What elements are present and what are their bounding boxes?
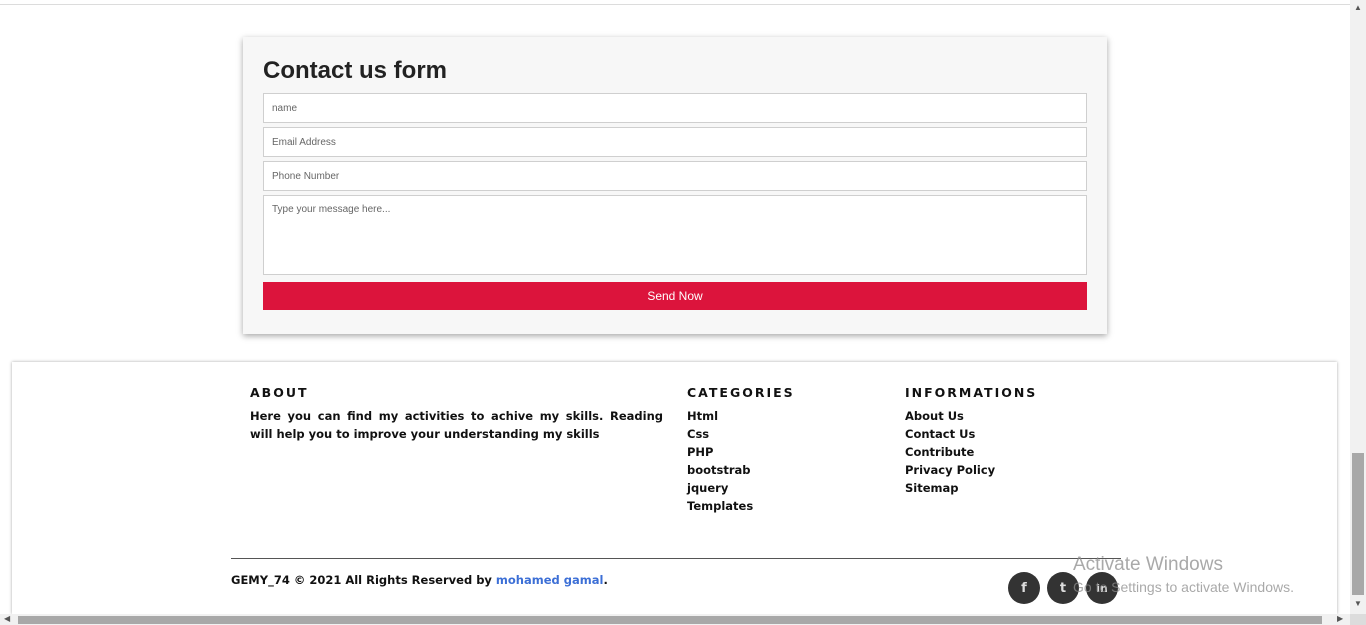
scroll-right-icon[interactable]: ▶ — [1337, 614, 1343, 623]
scroll-down-icon[interactable]: ▼ — [1354, 599, 1362, 608]
category-link-templates[interactable]: Templates — [687, 497, 753, 515]
scrollbar-corner — [1350, 614, 1366, 625]
category-link-jquery[interactable]: jquery — [687, 479, 753, 497]
scroll-left-icon[interactable]: ◀ — [4, 614, 10, 623]
footer-divider — [231, 558, 1121, 559]
category-link-html[interactable]: Html — [687, 407, 753, 425]
header-divider — [0, 4, 1350, 5]
horizontal-scroll-thumb[interactable] — [18, 616, 1322, 624]
category-link-bootstrap[interactable]: bootstrab — [687, 461, 753, 479]
scroll-up-icon[interactable]: ▲ — [1354, 3, 1362, 12]
footer: ABOUT Here you can find my activities to… — [12, 362, 1337, 614]
copyright: GEMY_74 © 2021 All Rights Reserved by mo… — [231, 573, 608, 587]
email-input[interactable] — [263, 127, 1087, 157]
author-link[interactable]: mohamed gamal — [496, 573, 604, 587]
about-text: Here you can find my activities to achiv… — [250, 409, 663, 441]
informations-heading: INFORMATIONS — [905, 385, 1038, 400]
categories-list: Html Css PHP bootstrab jquery Templates — [687, 407, 753, 515]
send-now-button[interactable]: Send Now — [263, 282, 1087, 310]
vertical-scroll-thumb[interactable] — [1352, 453, 1364, 595]
category-link-php[interactable]: PHP — [687, 443, 753, 461]
category-link-css[interactable]: Css — [687, 425, 753, 443]
horizontal-scrollbar[interactable]: ◀ ▶ — [0, 614, 1350, 625]
activate-windows-title: Activate Windows — [1073, 554, 1223, 575]
vertical-scrollbar[interactable]: ▲ ▼ — [1350, 0, 1366, 614]
form-title: Contact us form — [263, 57, 448, 84]
categories-heading: CATEGORIES — [687, 385, 795, 400]
info-link-sitemap[interactable]: Sitemap — [905, 479, 995, 497]
info-link-about-us[interactable]: About Us — [905, 407, 995, 425]
name-input[interactable] — [263, 93, 1087, 123]
info-link-contact-us[interactable]: Contact Us — [905, 425, 995, 443]
info-link-contribute[interactable]: Contribute — [905, 443, 995, 461]
copyright-suffix: . — [603, 573, 608, 587]
about-heading: ABOUT — [250, 385, 309, 400]
informations-list: About Us Contact Us Contribute Privacy P… — [905, 407, 995, 497]
message-textarea[interactable] — [263, 195, 1087, 275]
info-link-privacy-policy[interactable]: Privacy Policy — [905, 461, 995, 479]
copyright-text: GEMY_74 © 2021 All Rights Reserved by — [231, 573, 496, 587]
contact-form: Contact us form Send Now — [243, 37, 1107, 334]
activate-windows-subtitle: Go to Settings to activate Windows. — [1073, 579, 1294, 595]
facebook-icon[interactable]: f — [1008, 572, 1040, 604]
phone-input[interactable] — [263, 161, 1087, 191]
